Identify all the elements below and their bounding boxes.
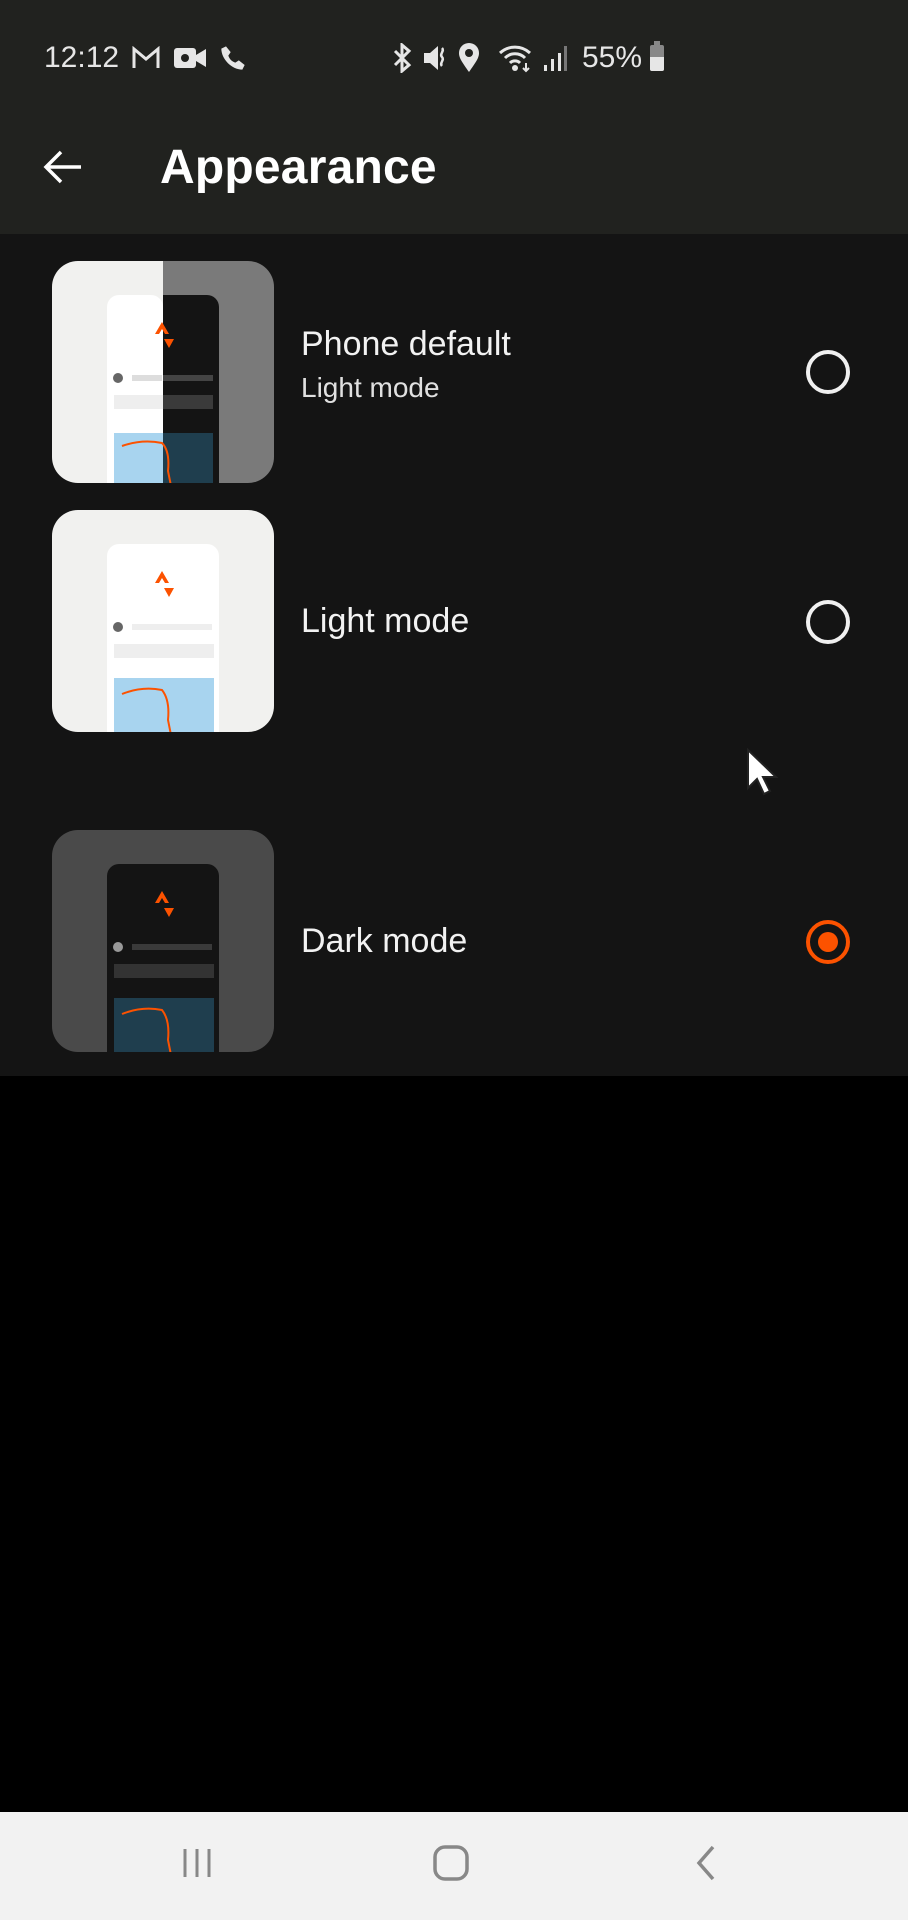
home-button[interactable]	[406, 1832, 496, 1898]
bluetooth-icon	[390, 43, 414, 73]
recents-icon	[179, 1845, 215, 1886]
mouse-cursor-icon	[746, 747, 780, 801]
option-label: Dark mode	[301, 921, 468, 960]
back-icon	[691, 1844, 719, 1887]
phone-call-icon	[219, 44, 247, 72]
radio-phone-default[interactable]	[806, 350, 850, 394]
video-call-icon	[173, 46, 207, 70]
option-dark-mode[interactable]: Dark mode	[0, 790, 908, 1052]
wifi-icon	[498, 43, 534, 73]
option-phone-default[interactable]: Phone default Light mode	[0, 234, 908, 494]
status-bar: 12:12 55%	[0, 0, 908, 112]
appearance-options-list: Phone default Light mode Light mode Dark…	[0, 234, 908, 1076]
light-mode-preview	[52, 510, 274, 732]
phone-default-preview	[52, 261, 274, 483]
arrow-left-icon	[43, 149, 83, 190]
option-light-mode[interactable]: Light mode	[0, 510, 908, 770]
system-nav-bar	[0, 1812, 908, 1920]
option-sublabel: Light mode	[301, 371, 440, 403]
dark-mode-preview	[52, 830, 274, 1052]
recents-button[interactable]	[152, 1832, 242, 1898]
mute-icon	[422, 43, 450, 73]
home-icon	[432, 1844, 470, 1887]
option-label: Phone default	[301, 324, 511, 363]
status-time: 12:12	[44, 41, 120, 74]
radio-dark-mode[interactable]	[806, 920, 850, 964]
app-bar: Appearance	[0, 112, 908, 234]
battery-icon	[650, 41, 665, 71]
option-label: Light mode	[301, 601, 470, 640]
gmail-icon	[131, 46, 161, 70]
signal-icon	[542, 43, 568, 73]
nav-back-button[interactable]	[660, 1832, 750, 1898]
radio-light-mode[interactable]	[806, 600, 850, 644]
back-button[interactable]	[30, 136, 96, 202]
battery-percent: 55%	[582, 41, 643, 74]
page-title: Appearance	[160, 141, 437, 194]
location-icon	[458, 43, 480, 73]
